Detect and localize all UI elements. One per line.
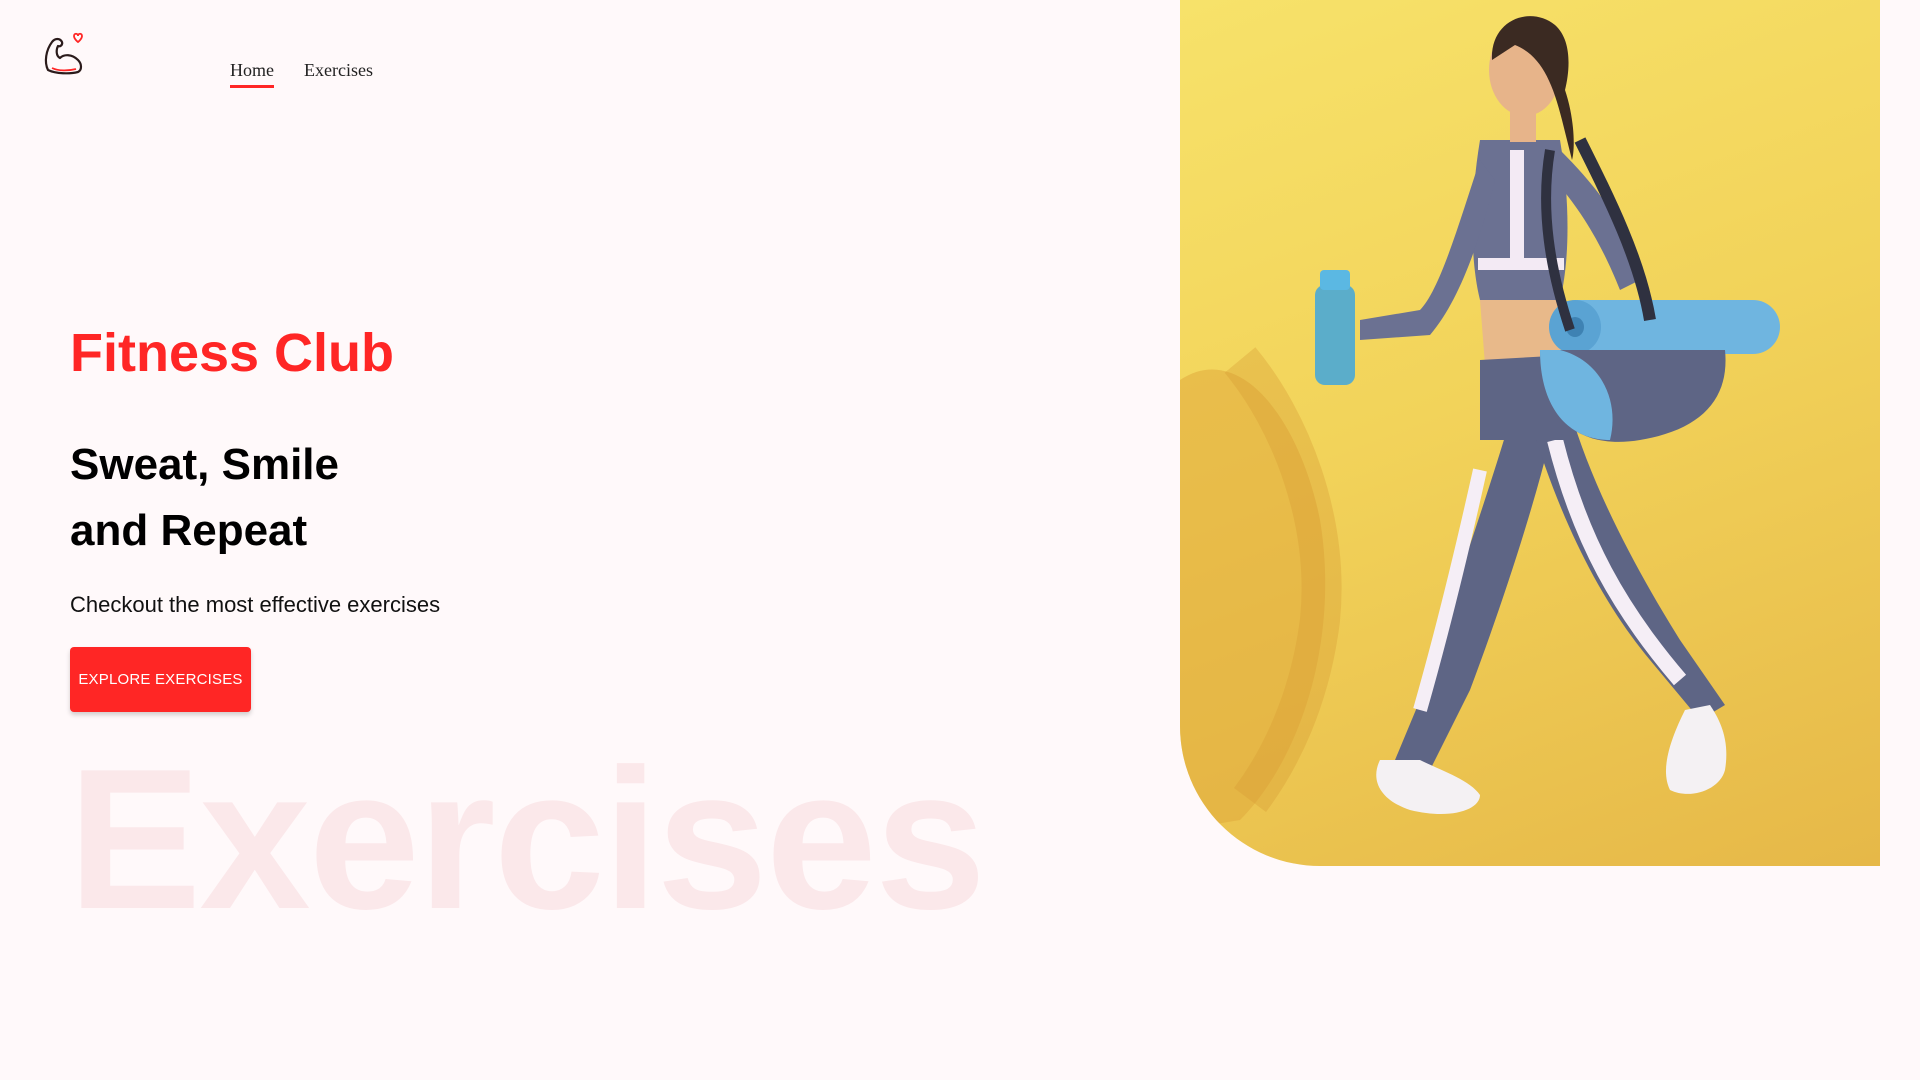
flexed-arm-heart-icon[interactable] bbox=[38, 30, 90, 82]
woman-walking-illustration bbox=[1180, 16, 1780, 830]
hero-subtext: Checkout the most effective exercises bbox=[70, 592, 441, 617]
main-nav: Home Exercises bbox=[230, 60, 373, 88]
background-watermark-text: Exercises bbox=[68, 728, 986, 951]
hero-headline: Sweat, Smile and Repeat bbox=[70, 432, 339, 564]
hero-banner-image bbox=[1180, 0, 1880, 866]
nav-link-exercises[interactable]: Exercises bbox=[304, 60, 373, 88]
hero-headline-line1: Sweat, Smile bbox=[70, 440, 340, 489]
nav-link-home[interactable]: Home bbox=[230, 60, 274, 88]
page: Home Exercises Exercises Fitness Club Sw… bbox=[0, 0, 1920, 1080]
explore-exercises-button[interactable]: EXPLORE EXERCISES bbox=[70, 647, 251, 712]
brand-title: Fitness Club bbox=[70, 323, 395, 383]
hero-headline-line2: and Repeat bbox=[70, 506, 308, 555]
